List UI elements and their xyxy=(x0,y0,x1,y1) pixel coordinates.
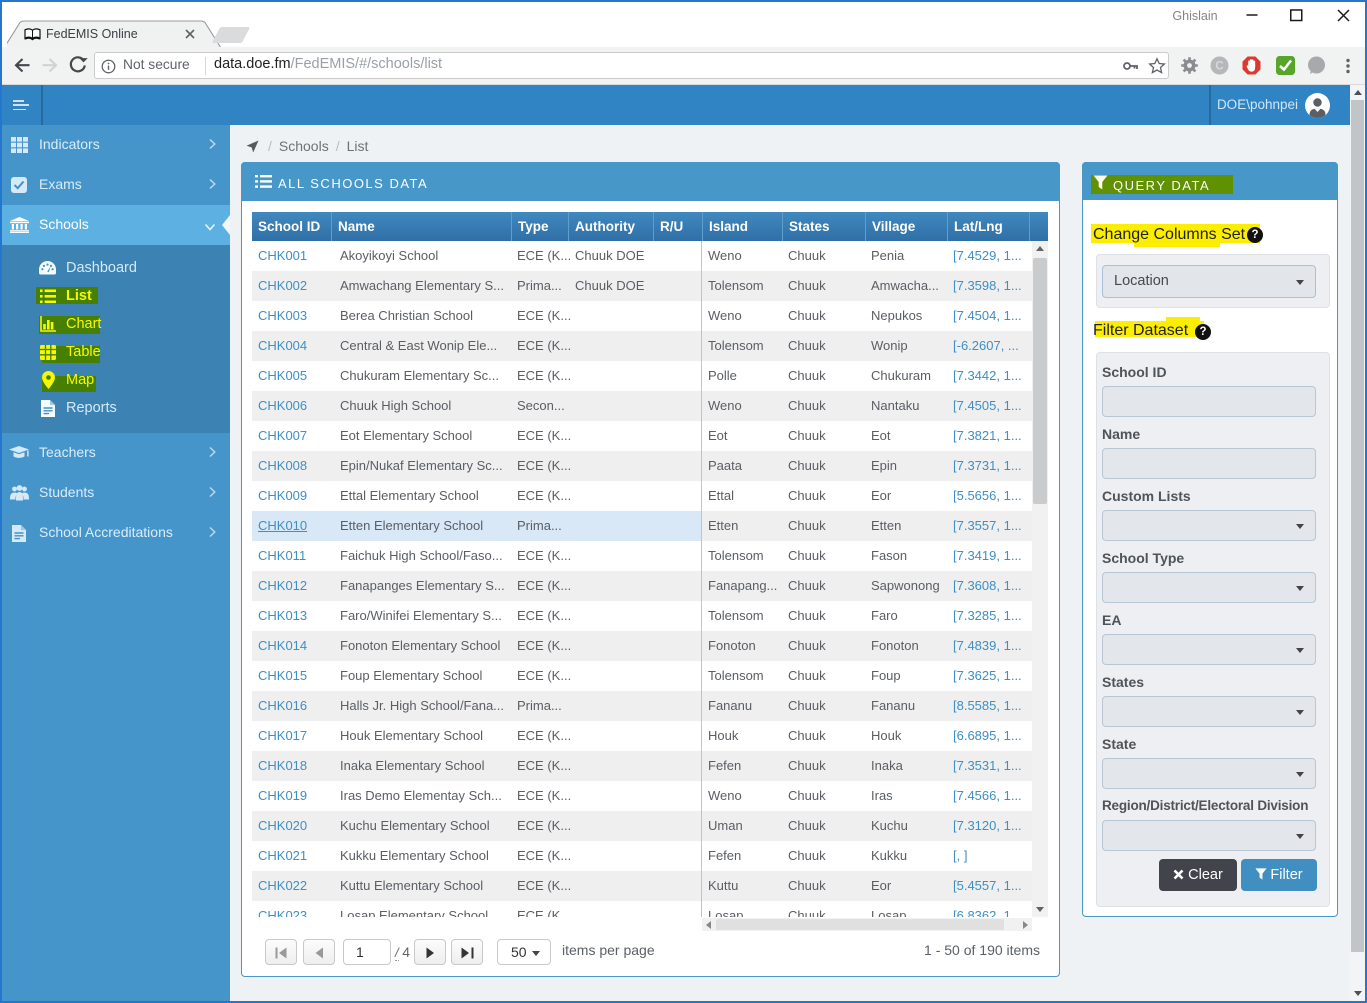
svg-text:C: C xyxy=(1215,61,1223,73)
